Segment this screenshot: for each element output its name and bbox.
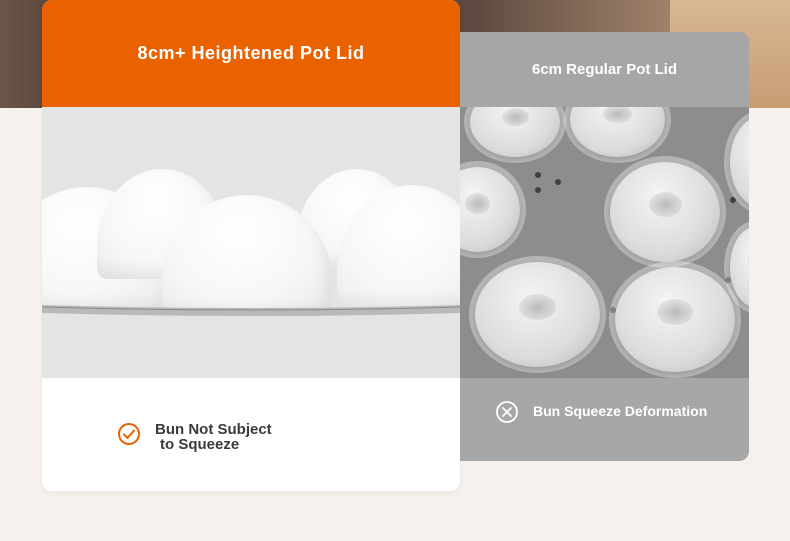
- squeeze-deformation-text: Bun Squeeze Deformation: [533, 403, 708, 419]
- bun: [730, 227, 749, 307]
- bun: [730, 117, 749, 207]
- heightened-lid-card: 8cm+ Heightened Pot Lid Bun Not Subject …: [42, 0, 460, 491]
- heightened-lid-footer: Bun Not Subject to Squeeze: [42, 378, 460, 491]
- regular-lid-title: 6cm Regular Pot Lid: [531, 61, 678, 78]
- tray-hole: [730, 197, 736, 203]
- check-circle-icon: [118, 423, 140, 445]
- steamer-tray: [42, 305, 460, 316]
- bun: [570, 107, 665, 157]
- squeeze-deformation-badge: Bun Squeeze Deformation: [495, 401, 707, 424]
- tray-hole: [555, 179, 561, 185]
- regular-lid-card: 6cm Regular Pot Lid Bun Squeeze Deformat…: [460, 32, 749, 461]
- x-circle-icon: [496, 401, 518, 423]
- bun: [615, 267, 735, 372]
- no-squeeze-line2: to Squeeze: [160, 436, 240, 453]
- bun: [475, 262, 600, 367]
- bun: [610, 162, 720, 262]
- short-lid-buns-photo: [460, 107, 749, 378]
- regular-lid-footer: Bun Squeeze Deformation: [460, 378, 749, 461]
- tray-hole: [535, 187, 541, 193]
- no-squeeze-text: Bun Not Subject to Squeeze: [155, 422, 272, 452]
- bun: [460, 167, 520, 252]
- regular-lid-header: 6cm Regular Pot Lid: [460, 32, 749, 107]
- heightened-lid-title: 8cm+ Heightened Pot Lid: [137, 43, 365, 63]
- no-squeeze-badge: Bun Not Subject to Squeeze: [117, 422, 272, 452]
- tall-lid-buns-photo: [42, 107, 460, 378]
- bun: [470, 107, 560, 157]
- tray-hole: [535, 172, 541, 178]
- heightened-lid-header: 8cm+ Heightened Pot Lid: [42, 0, 460, 107]
